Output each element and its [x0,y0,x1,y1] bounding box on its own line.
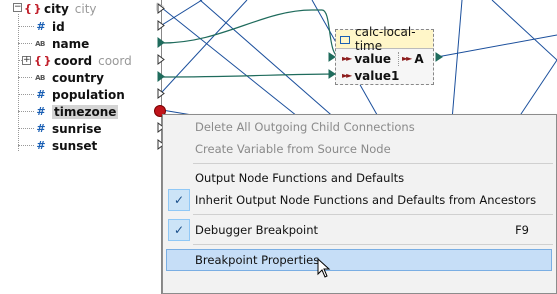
tree-node-country[interactable]: AB country [32,69,104,86]
menu-item-label: Breakpoint Properties [195,253,320,267]
menu-separator [193,163,553,164]
menu-item-output-functions[interactable]: Output Node Functions and Defaults [163,167,556,189]
tree-guide-line [18,26,34,27]
port-icon [328,69,336,79]
connection-line [451,0,463,121]
connection-line [162,9,341,58]
port-icon [157,20,165,31]
connection-line [162,73,339,78]
function-header[interactable]: calc-local-time [336,25,433,53]
node-label: population [52,87,125,102]
tree-node-sunrise[interactable]: # sunrise [34,120,102,137]
node-label: country [52,70,104,85]
node-type: city [74,1,97,16]
collapse-city-toggle[interactable]: − [13,3,22,12]
tree-guide-line [18,128,34,129]
function-title: calc-local-time [355,25,416,53]
node-label: timezone [52,104,119,119]
tree-guide-line [18,43,32,44]
menu-item-label: Debugger Breakpoint [195,223,319,237]
tree-node-coord[interactable]: { } coord coord [34,52,132,69]
number-icon: # [36,139,46,152]
expand-coord-toggle[interactable]: + [22,56,31,65]
mouse-cursor-icon [317,258,331,278]
menu-item-shortcut: F9 [515,223,529,237]
port-icon [328,52,336,62]
number-icon: # [36,20,46,33]
connection-line [491,0,557,61]
tree-node-id[interactable]: # id [34,18,65,35]
node-type: coord [98,53,132,68]
port-icon [435,52,443,62]
source-tree-panel: − { } city city # id AB name + { } coord… [0,0,162,294]
connection-line [199,0,338,121]
menu-item-label: Inherit Output Node Functions and Defaul… [195,193,537,207]
menu-item-label: Delete All Outgoing Child Connections [195,120,415,134]
node-label: sunset [52,138,98,153]
tree-node-sunset[interactable]: # sunset [34,137,97,154]
menu-item-create-variable[interactable]: Create Variable from Source Node [163,138,556,160]
connection-line [162,0,248,93]
port-icon [157,54,165,65]
menu-item-breakpoint-properties[interactable]: Breakpoint Properties [166,249,552,271]
function-icon [340,36,351,44]
menu-item-label: Create Variable from Source Node [195,142,391,156]
tree-guide-line [18,14,19,151]
menu-item-delete-connections[interactable]: Delete All Outgoing Child Connections [163,116,556,138]
menu-item-debugger-breakpoint[interactable]: ✓ Debugger Breakpoint F9 [163,219,556,241]
number-icon: # [36,122,46,135]
node-label: coord [54,53,93,68]
object-icon: { } [24,2,42,15]
tree-node-name[interactable]: AB name [32,35,89,52]
port-icon [157,3,165,14]
object-icon: { } [34,54,52,67]
port-icon [157,37,165,48]
menu-separator [193,244,553,245]
context-menu: Delete All Outgoing Child Connections Cr… [162,114,557,294]
node-label: name [52,36,90,51]
tree-guide-line [18,94,34,95]
menu-item-inherit-functions[interactable]: ✓ Inherit Output Node Functions and Defa… [163,189,556,211]
tree-node-population[interactable]: # population [34,86,125,103]
number-icon: # [36,88,46,101]
connection-line [436,34,557,58]
menu-item-label: Output Node Functions and Defaults [195,171,405,185]
connection-line [516,59,557,121]
tree-node-city[interactable]: { } city city [24,0,97,17]
menu-separator [193,214,553,215]
tree-guide-line [18,145,34,146]
port-icon [157,71,165,82]
checkmark-icon: ✓ [168,219,190,241]
node-label: sunrise [52,121,102,136]
connection-line [162,7,303,121]
string-icon: AB [35,39,45,48]
tree-node-timezone[interactable]: # timezone [34,103,119,120]
node-label: id [52,19,65,34]
checkmark-icon: ✓ [168,189,190,211]
function-ports [328,52,443,79]
port-icon [157,88,165,99]
string-icon: AB [35,73,45,82]
node-label: city [44,1,69,16]
tree-guide-line [18,77,32,78]
number-icon: # [36,105,46,118]
tree-guide-line [18,111,34,112]
